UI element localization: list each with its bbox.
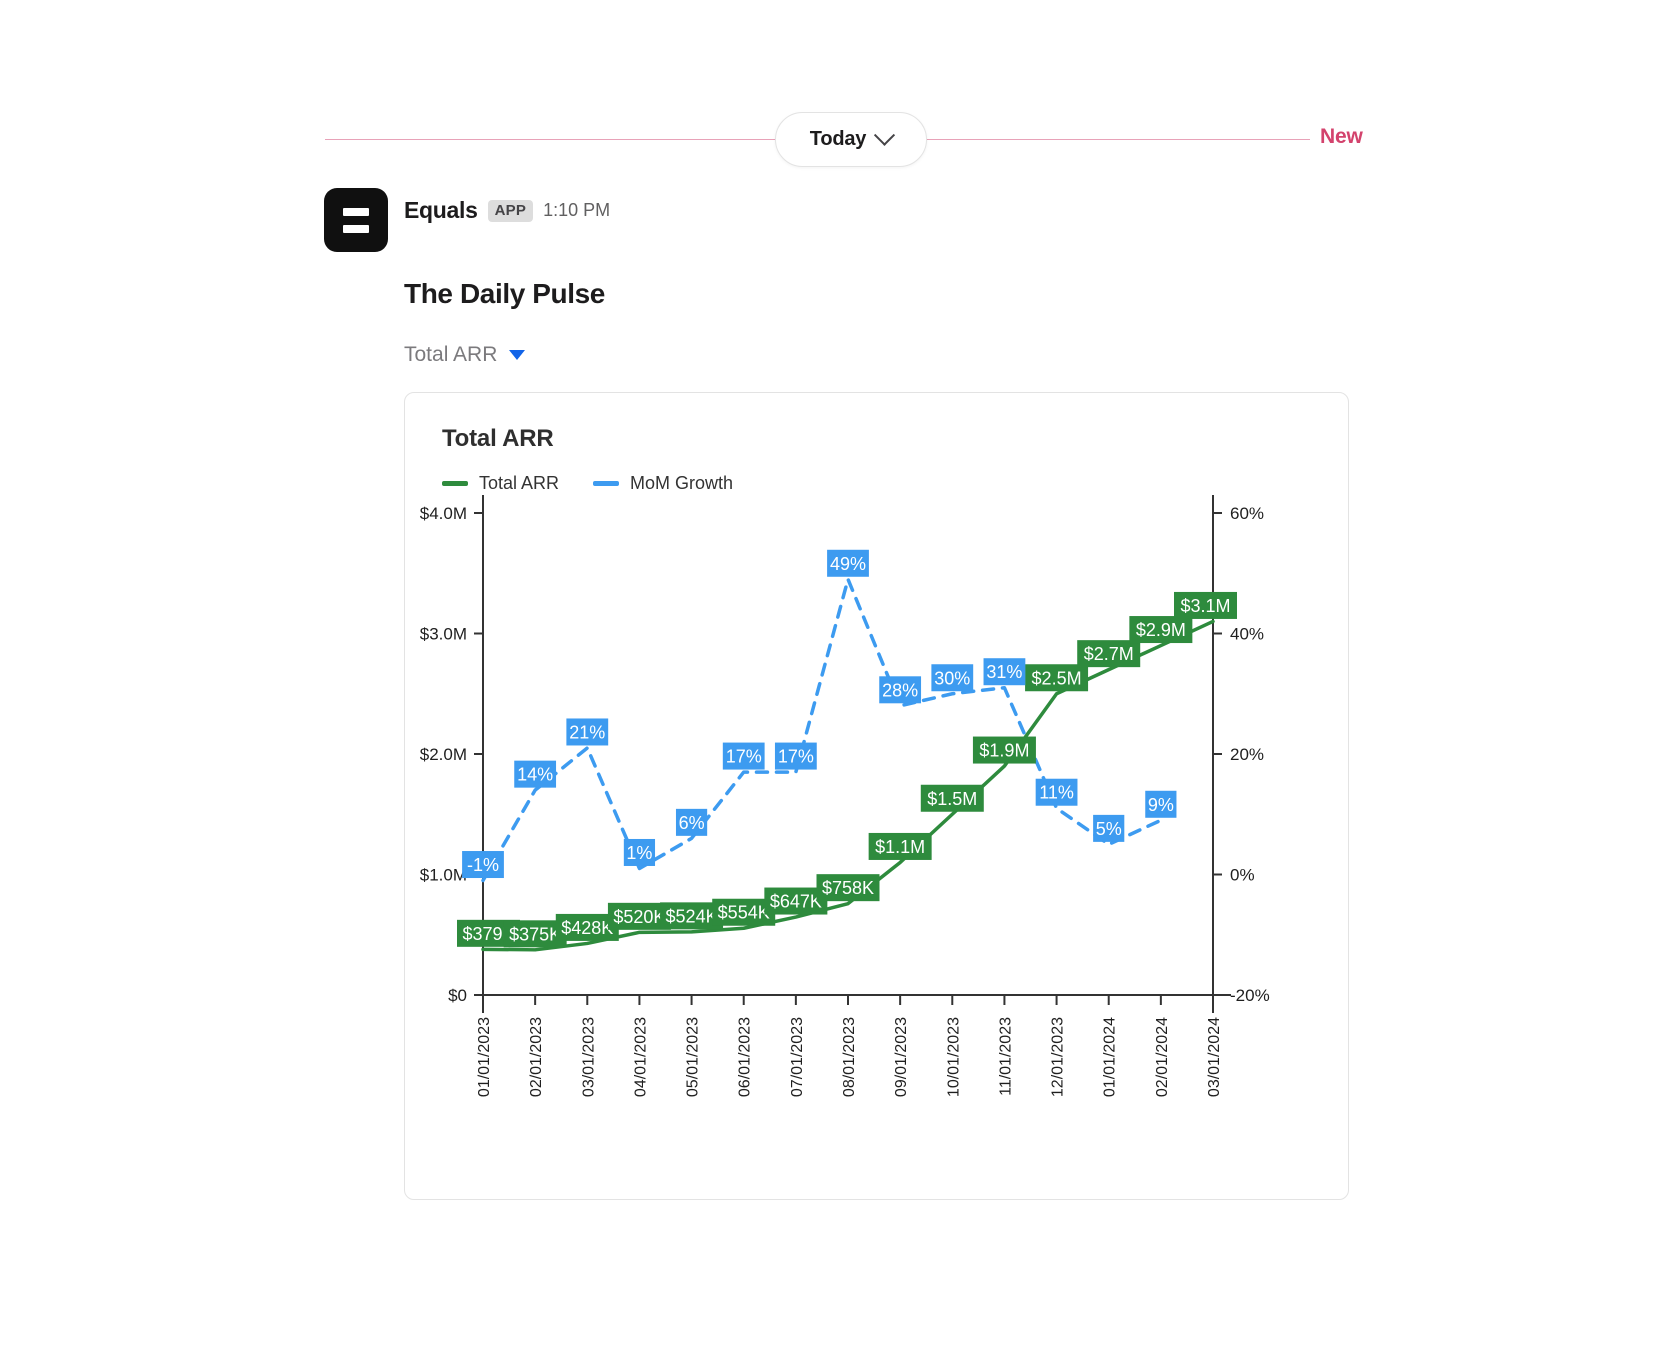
chart-card: Total ARR Total ARR MoM Growth $0$1.0M$2… (404, 392, 1349, 1200)
svg-text:$520K: $520K (613, 907, 665, 927)
data-label: $1.5M (921, 785, 984, 812)
x-axis-tick-label: 01/01/2023 (476, 1017, 493, 1097)
data-label: $2.5M (1025, 664, 1088, 691)
data-label: -1% (462, 851, 504, 878)
y-axis-left-tick: $3.0M (420, 625, 467, 644)
logo-bar-bottom (343, 225, 369, 233)
svg-text:-1%: -1% (467, 855, 499, 875)
svg-text:$554K: $554K (718, 903, 770, 923)
today-divider-button[interactable]: Today (775, 112, 927, 167)
x-axis-tick-label: 10/01/2023 (945, 1017, 962, 1097)
svg-text:$2.9M: $2.9M (1136, 620, 1186, 640)
svg-text:$647K: $647K (770, 892, 822, 912)
svg-text:$1.1M: $1.1M (875, 837, 925, 857)
svg-text:11%: 11% (1039, 783, 1074, 803)
app-badge: APP (488, 200, 533, 222)
sender-name[interactable]: Equals (404, 197, 478, 224)
svg-text:21%: 21% (569, 722, 605, 742)
svg-text:17%: 17% (726, 747, 762, 767)
svg-text:$1.9M: $1.9M (979, 741, 1029, 761)
svg-text:5%: 5% (1096, 819, 1122, 839)
x-axis-tick-label: 11/01/2023 (997, 1017, 1014, 1096)
svg-text:$524K: $524K (666, 906, 718, 926)
y-axis-right-tick: 20% (1230, 745, 1264, 764)
svg-text:$1.5M: $1.5M (927, 789, 977, 809)
data-label: $1.9M (973, 737, 1036, 764)
data-label: 30% (931, 664, 973, 691)
chart-svg: $0 $1.0M $2.0M $3.0M $4.0M -20% 0% 20% 40% 60% 01/… (405, 393, 1350, 1201)
x-axis-tick-label: 02/01/2024 (1154, 1017, 1171, 1097)
svg-text:$2.5M: $2.5M (1032, 668, 1082, 688)
data-label: 1% (624, 839, 655, 866)
svg-text:14%: 14% (517, 765, 553, 785)
x-axis-tick-label: 03/01/2023 (580, 1017, 597, 1097)
x-axis-tick-label: 01/01/2024 (1102, 1017, 1119, 1097)
svg-text:$758K: $758K (822, 878, 874, 898)
data-label: 17% (775, 743, 817, 770)
data-label: 14% (514, 761, 556, 788)
svg-text:30%: 30% (934, 668, 970, 688)
data-label: 11% (1036, 779, 1078, 806)
metric-select[interactable]: Total ARR (404, 343, 525, 367)
svg-text:9%: 9% (1148, 795, 1174, 815)
y-axis-left-tick: $0 (448, 986, 467, 1005)
y-axis-right-tick: -20% (1230, 986, 1270, 1005)
data-label: 9% (1145, 791, 1176, 818)
svg-text:$3.1M: $3.1M (1180, 596, 1230, 616)
x-axis-tick-label: 03/01/2024 (1206, 1017, 1223, 1097)
svg-text:$2.7M: $2.7M (1084, 644, 1134, 664)
data-label: $758K (817, 874, 880, 901)
svg-text:$428K: $428K (561, 918, 613, 938)
data-label: 28% (879, 676, 921, 703)
chart-plot-area: $0 $1.0M $2.0M $3.0M $4.0M -20% 0% 20% 40% 60% 01/… (405, 393, 1350, 1201)
data-label: 17% (723, 743, 765, 770)
message-timestamp[interactable]: 1:10 PM (543, 200, 610, 221)
y-axis-left-tick: $1.0M (420, 866, 467, 885)
message-header: Equals APP 1:10 PM (324, 188, 610, 252)
new-messages-label: New (1320, 125, 1363, 149)
svg-text:31%: 31% (986, 662, 1022, 682)
x-axis-tick-label: 04/01/2023 (632, 1017, 649, 1097)
x-axis-tick-label: 09/01/2023 (893, 1017, 910, 1097)
x-axis-tick-label: 05/01/2023 (685, 1017, 702, 1097)
x-axis-tick-label: 12/01/2023 (1050, 1017, 1067, 1097)
chevron-down-icon (874, 125, 895, 146)
data-label: $1.1M (869, 833, 932, 860)
caret-down-icon (509, 350, 525, 360)
y-axis-left-tick: $4.0M (420, 504, 467, 523)
x-axis-tick-label: 02/01/2023 (528, 1017, 545, 1097)
metric-select-value: Total ARR (404, 343, 497, 367)
data-label: 49% (827, 550, 869, 577)
data-label: 21% (566, 718, 608, 745)
svg-text:6%: 6% (679, 813, 705, 833)
data-label: 6% (676, 809, 707, 836)
data-label: $2.7M (1077, 640, 1140, 667)
data-label: $2.9M (1129, 616, 1192, 643)
data-label: 31% (984, 658, 1026, 685)
x-axis-tick-label: 06/01/2023 (737, 1017, 754, 1097)
svg-text:$375K: $375K (509, 924, 561, 944)
y-axis-right-tick: 0% (1230, 866, 1255, 885)
y-axis-left-tick: $2.0M (420, 745, 467, 764)
svg-text:17%: 17% (778, 747, 814, 767)
data-label: $3.1M (1174, 592, 1237, 619)
page-title: The Daily Pulse (404, 278, 605, 310)
x-axis-tick-label: 08/01/2023 (841, 1017, 858, 1097)
today-divider-label: Today (810, 128, 866, 151)
svg-text:28%: 28% (882, 680, 918, 700)
x-axis-tick-label: 07/01/2023 (789, 1017, 806, 1097)
svg-text:1%: 1% (626, 843, 652, 863)
data-label: 5% (1093, 815, 1124, 842)
message-meta: Equals APP 1:10 PM (404, 188, 610, 224)
equals-logo-icon[interactable] (324, 188, 388, 252)
logo-bar-top (343, 208, 369, 216)
svg-text:49%: 49% (830, 554, 866, 574)
y-axis-right-tick: 60% (1230, 504, 1264, 523)
y-axis-right-tick: 40% (1230, 625, 1264, 644)
date-divider: Today New (0, 0, 1680, 180)
